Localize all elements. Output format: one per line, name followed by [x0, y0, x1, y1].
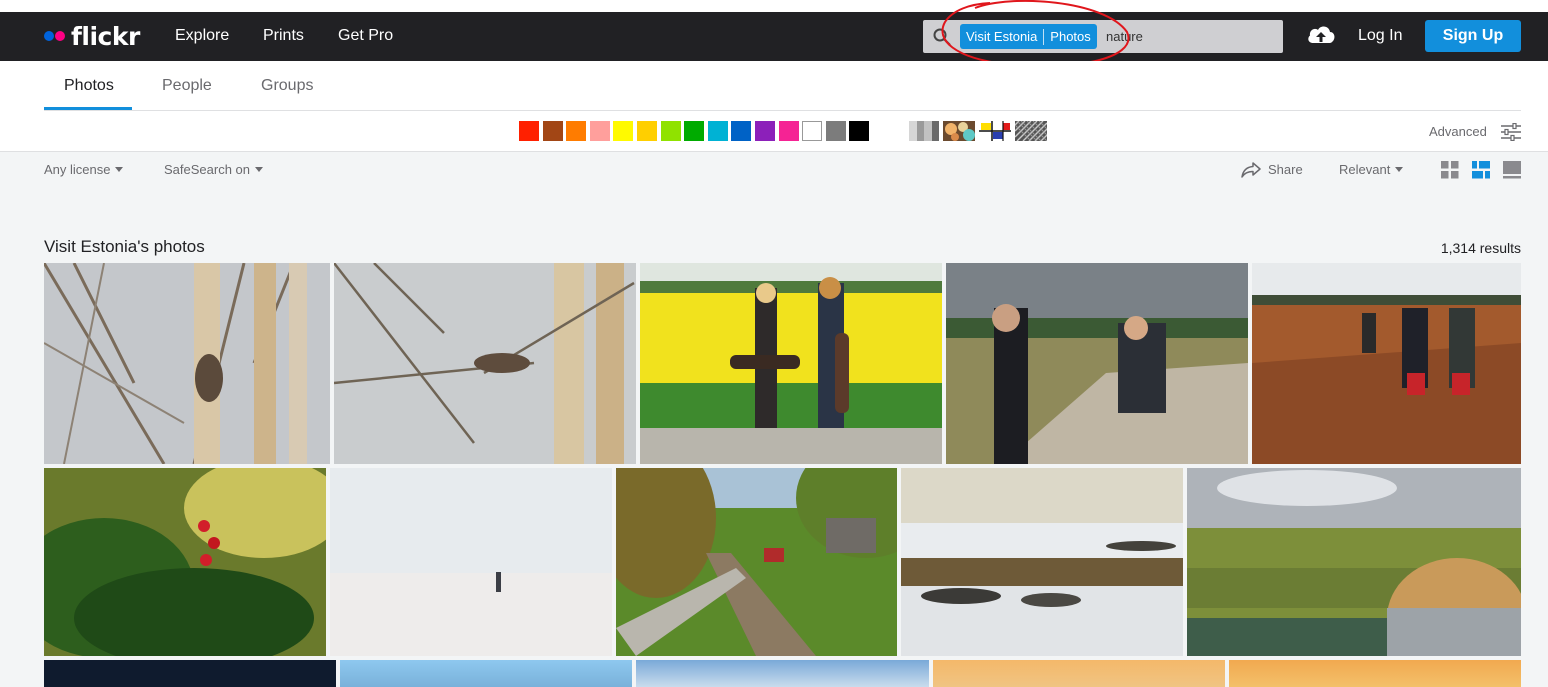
logo-pink-dot — [55, 31, 65, 41]
photo-image — [1187, 468, 1521, 656]
advanced-link[interactable]: Advanced — [1429, 124, 1487, 139]
photo-tile[interactable] — [616, 468, 897, 656]
justified-view-icon[interactable] — [1472, 161, 1490, 179]
login-link[interactable]: Log In — [1358, 27, 1402, 45]
photo-tile[interactable] — [636, 660, 929, 687]
shallow-depth-filter[interactable] — [943, 121, 975, 141]
logo-blue-dot — [44, 31, 54, 41]
color-swatch[interactable] — [519, 121, 539, 141]
photo-tile[interactable] — [946, 263, 1248, 464]
photo-image — [330, 468, 612, 656]
chevron-down-icon — [255, 167, 264, 172]
nav-prints[interactable]: Prints — [263, 27, 304, 45]
photo-tile[interactable] — [933, 660, 1225, 687]
logo-wordmark: flickr — [71, 21, 140, 51]
share-icon[interactable] — [1241, 161, 1261, 179]
license-filter[interactable]: Any license — [44, 162, 124, 177]
color-swatch[interactable] — [731, 121, 752, 141]
photo-image — [1252, 263, 1521, 464]
photo-tile[interactable] — [901, 468, 1183, 656]
photo-image — [334, 263, 636, 464]
flickr-logo[interactable]: flickr — [44, 21, 140, 51]
section-title: Visit Estonia's photos — [44, 237, 205, 256]
color-swatch[interactable] — [849, 121, 870, 141]
photo-tile[interactable] — [44, 263, 330, 464]
share-button[interactable]: Share — [1268, 162, 1303, 177]
color-swatch[interactable] — [566, 121, 587, 141]
color-filter-row: Advanced — [0, 111, 1548, 151]
color-swatch[interactable] — [637, 121, 657, 141]
advanced-settings-icon[interactable] — [1500, 123, 1522, 141]
patterns-filter[interactable] — [1015, 121, 1047, 141]
photo-image — [901, 468, 1183, 656]
photo-tile[interactable] — [334, 263, 636, 464]
license-filter-label: Any license — [44, 162, 111, 177]
nav-explore[interactable]: Explore — [175, 27, 229, 45]
chevron-down-icon — [115, 167, 124, 172]
minimalist-filter[interactable] — [979, 121, 1011, 141]
nav-get-pro[interactable]: Get Pro — [338, 27, 393, 45]
color-swatch[interactable] — [707, 121, 728, 141]
photo-tile[interactable] — [330, 468, 612, 656]
grid-view-icon[interactable] — [1441, 161, 1459, 179]
upload-cloud-icon[interactable] — [1306, 22, 1336, 48]
color-swatch[interactable] — [589, 121, 610, 141]
color-swatch[interactable] — [755, 121, 775, 141]
photo-tile[interactable] — [1252, 263, 1521, 464]
photo-tile[interactable] — [640, 263, 942, 464]
photo-image — [44, 263, 330, 464]
large-view-icon[interactable] — [1503, 161, 1521, 179]
color-swatch[interactable] — [542, 121, 563, 141]
tab-photos[interactable]: Photos — [64, 77, 114, 95]
signup-button[interactable]: Sign Up — [1425, 20, 1521, 52]
sort-dropdown[interactable]: Relevant — [1339, 162, 1404, 177]
photo-image — [44, 468, 326, 656]
black-and-white-filter[interactable] — [909, 121, 939, 141]
photo-tile[interactable] — [340, 660, 632, 687]
safesearch-filter[interactable]: SafeSearch on — [164, 162, 264, 177]
photo-tile[interactable] — [44, 660, 336, 687]
photo-image — [616, 468, 897, 656]
search-tabs: Photos People Groups — [0, 61, 1548, 111]
chevron-down-icon — [1395, 167, 1404, 172]
color-swatch[interactable] — [778, 121, 799, 141]
safesearch-filter-label: SafeSearch on — [164, 162, 251, 177]
color-swatch[interactable] — [684, 121, 705, 141]
color-swatch[interactable] — [660, 121, 681, 141]
top-band — [0, 0, 1548, 12]
photo-tile[interactable] — [1229, 660, 1521, 687]
sort-label: Relevant — [1339, 162, 1391, 177]
tab-groups[interactable]: Groups — [261, 77, 313, 95]
color-swatch[interactable] — [825, 121, 846, 141]
photo-tile[interactable] — [1187, 468, 1521, 656]
color-swatch[interactable] — [613, 121, 634, 141]
photo-tile[interactable] — [44, 468, 326, 656]
results-count: 1,314 results — [1440, 240, 1521, 256]
photo-image — [946, 263, 1248, 464]
color-swatch[interactable] — [802, 121, 823, 141]
global-nav: flickr Explore Prints Get Pro Visit Esto… — [0, 0, 1548, 68]
photo-image — [640, 263, 942, 464]
tab-people[interactable]: People — [162, 77, 212, 95]
